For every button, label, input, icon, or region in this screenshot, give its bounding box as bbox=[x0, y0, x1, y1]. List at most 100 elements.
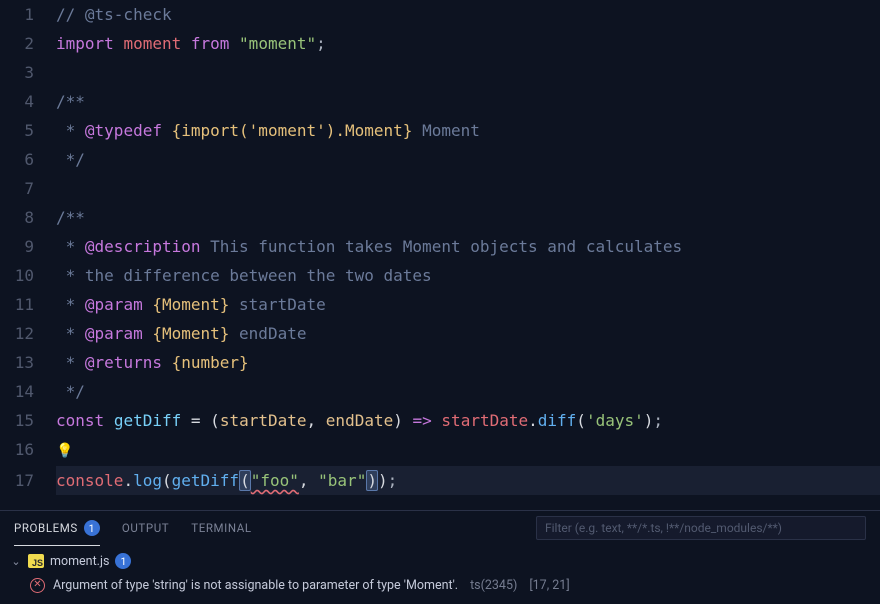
token: ( bbox=[239, 470, 251, 491]
token: , bbox=[307, 411, 317, 430]
tab-output[interactable]: OUTPUT bbox=[122, 511, 169, 545]
tab-problems[interactable]: PROBLEMS 1 bbox=[14, 512, 100, 546]
problem-message: Argument of type 'string' is not assigna… bbox=[53, 578, 458, 593]
file-problems-count-badge: 1 bbox=[115, 553, 131, 569]
token bbox=[309, 471, 319, 490]
token: from bbox=[191, 34, 230, 53]
code-content[interactable]: * the difference between the two dates bbox=[56, 261, 880, 290]
code-content[interactable]: console.log(getDiff("foo", "bar")); bbox=[56, 466, 880, 495]
token: console bbox=[56, 471, 123, 490]
token bbox=[316, 411, 326, 430]
code-line[interactable]: 4/** bbox=[0, 87, 880, 116]
token: diff bbox=[538, 411, 577, 430]
code-line[interactable]: 2import moment from "moment"; bbox=[0, 29, 880, 58]
token: startDate bbox=[220, 411, 307, 430]
token: /** bbox=[56, 92, 85, 111]
line-number: 14 bbox=[0, 377, 56, 406]
problems-filter-input[interactable] bbox=[536, 516, 866, 540]
token: => bbox=[413, 411, 432, 430]
line-number: 1 bbox=[0, 0, 56, 29]
line-number: 15 bbox=[0, 406, 56, 435]
problem-code: ts(2345) bbox=[470, 578, 517, 593]
problem-item[interactable]: ✕ Argument of type 'string' is not assig… bbox=[10, 573, 870, 597]
code-line[interactable]: 3 bbox=[0, 58, 880, 87]
problems-filter bbox=[536, 516, 866, 540]
lightbulb-icon[interactable]: 💡 bbox=[56, 437, 73, 466]
line-number: 2 bbox=[0, 29, 56, 58]
code-line[interactable]: 14 */ bbox=[0, 377, 880, 406]
token: ; bbox=[388, 471, 398, 490]
token bbox=[181, 34, 191, 53]
code-line[interactable]: 8/** bbox=[0, 203, 880, 232]
code-line[interactable]: 6 */ bbox=[0, 145, 880, 174]
token: ) bbox=[644, 411, 654, 430]
code-content[interactable]: /** bbox=[56, 203, 880, 232]
line-number: 5 bbox=[0, 116, 56, 145]
code-line[interactable]: 16💡 bbox=[0, 435, 880, 466]
code-content[interactable]: 💡 bbox=[56, 435, 880, 466]
line-number: 10 bbox=[0, 261, 56, 290]
line-number: 11 bbox=[0, 290, 56, 319]
problems-file-row[interactable]: ⌄ JS moment.js 1 bbox=[10, 549, 870, 573]
panel-tabs: PROBLEMS 1 OUTPUT TERMINAL bbox=[0, 511, 880, 545]
code-content[interactable]: */ bbox=[56, 377, 880, 406]
token: startDate bbox=[441, 411, 528, 430]
token: const bbox=[56, 411, 104, 430]
token bbox=[104, 411, 114, 430]
token: ; bbox=[316, 34, 326, 53]
code-line[interactable]: 7 bbox=[0, 174, 880, 203]
code-line[interactable]: 1// @ts-check bbox=[0, 0, 880, 29]
token bbox=[432, 411, 442, 430]
token bbox=[143, 295, 153, 314]
code-line[interactable]: 15const getDiff = (startDate, endDate) =… bbox=[0, 406, 880, 435]
code-content[interactable]: // @ts-check bbox=[56, 0, 880, 29]
code-content[interactable]: * @description This function takes Momen… bbox=[56, 232, 880, 261]
code-line[interactable]: 12 * @param {Moment} endDate bbox=[0, 319, 880, 348]
code-content[interactable]: * @typedef {import('moment').Moment} Mom… bbox=[56, 116, 880, 145]
token: */ bbox=[56, 150, 85, 169]
line-number: 16 bbox=[0, 435, 56, 464]
token: "bar" bbox=[318, 471, 366, 490]
tab-problems-label: PROBLEMS bbox=[14, 521, 78, 535]
problems-list: ⌄ JS moment.js 1 ✕ Argument of type 'str… bbox=[0, 545, 880, 597]
code-editor[interactable]: 1// @ts-check2import moment from "moment… bbox=[0, 0, 880, 510]
code-line[interactable]: 9 * @description This function takes Mom… bbox=[0, 232, 880, 261]
line-number: 8 bbox=[0, 203, 56, 232]
code-content[interactable]: * @returns {number} bbox=[56, 348, 880, 377]
tab-terminal[interactable]: TERMINAL bbox=[191, 511, 251, 545]
token: * bbox=[56, 324, 85, 343]
token: ) bbox=[378, 471, 388, 490]
code-line[interactable]: 17console.log(getDiff("foo", "bar")); bbox=[0, 466, 880, 495]
token: */ bbox=[56, 382, 85, 401]
token: ) bbox=[393, 411, 403, 430]
token: /** bbox=[56, 208, 85, 227]
token: endDate bbox=[229, 324, 306, 343]
code-content[interactable]: import moment from "moment"; bbox=[56, 29, 880, 58]
token: Moment bbox=[412, 121, 479, 140]
code-content[interactable]: /** bbox=[56, 87, 880, 116]
line-number: 6 bbox=[0, 145, 56, 174]
token: @description bbox=[85, 237, 201, 256]
token: // @ts-check bbox=[56, 5, 172, 24]
code-line[interactable]: 13 * @returns {number} bbox=[0, 348, 880, 377]
token: @param bbox=[85, 295, 143, 314]
token: {Moment} bbox=[152, 324, 229, 343]
line-number: 12 bbox=[0, 319, 56, 348]
token: = bbox=[191, 411, 201, 430]
code-line[interactable]: 10 * the difference between the two date… bbox=[0, 261, 880, 290]
token: @param bbox=[85, 324, 143, 343]
code-line[interactable]: 11 * @param {Moment} startDate bbox=[0, 290, 880, 319]
token bbox=[162, 353, 172, 372]
token: ( bbox=[162, 471, 172, 490]
token: * bbox=[56, 353, 85, 372]
code-content[interactable]: * @param {Moment} endDate bbox=[56, 319, 880, 348]
token: log bbox=[133, 471, 162, 490]
token: ) bbox=[366, 470, 378, 491]
tab-terminal-label: TERMINAL bbox=[191, 521, 251, 535]
token: import bbox=[56, 34, 114, 53]
code-content[interactable]: const getDiff = (startDate, endDate) => … bbox=[56, 406, 880, 435]
code-line[interactable]: 5 * @typedef {import('moment').Moment} M… bbox=[0, 116, 880, 145]
code-content[interactable]: * @param {Moment} startDate bbox=[56, 290, 880, 319]
code-content[interactable]: */ bbox=[56, 145, 880, 174]
token: startDate bbox=[229, 295, 325, 314]
